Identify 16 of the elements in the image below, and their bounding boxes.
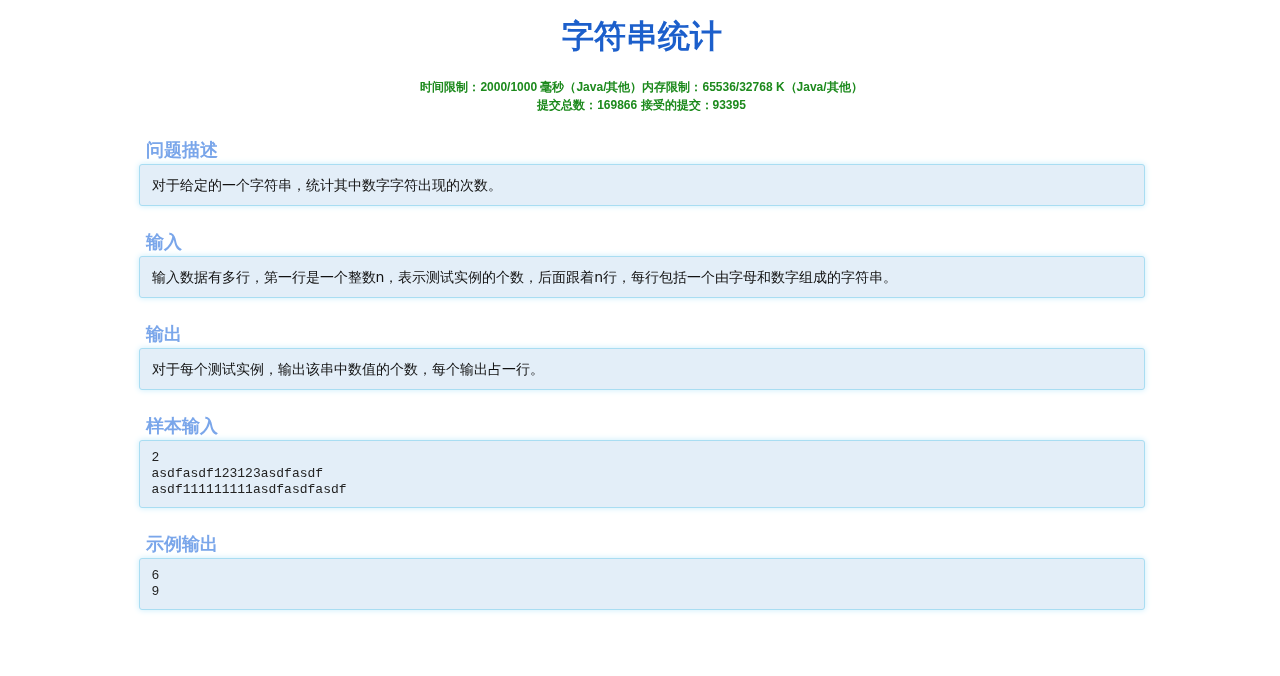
code-line: 9 bbox=[151, 584, 161, 600]
code-line: 6 bbox=[151, 568, 161, 584]
section-heading: 输入 bbox=[145, 230, 182, 254]
section-heading: 示例输出 bbox=[145, 532, 218, 556]
section-heading: 问题描述 bbox=[145, 138, 218, 162]
section-heading: 样本输入 bbox=[145, 414, 218, 438]
description-text: 对于给定的一个字符串，统计其中数字字符出现的次数。 bbox=[151, 176, 503, 194]
code-line: asdf111111111asdfasdfasdf bbox=[151, 482, 348, 498]
section-heading: 输出 bbox=[145, 322, 182, 346]
code-line: asdfasdf123123asdfasdf bbox=[151, 466, 325, 482]
problem-title: 字符串统计 bbox=[560, 16, 723, 57]
description-text: 输入数据有多行，第一行是一个整数n，表示测试实例的个数，后面跟着n行，每行包括一个由字母和数字组成的字符串。 bbox=[151, 268, 899, 286]
code-line: 2 bbox=[151, 450, 161, 466]
limit-info: 提交总数：169866 接受的提交：93395 bbox=[536, 97, 747, 114]
description-text: 对于每个测试实例，输出该串中数值的个数，每个输出占一行。 bbox=[151, 360, 545, 378]
limit-info: 时间限制：2000/1000 毫秒（Java/其他）内存限制：65536/32768 K（Java/其他） bbox=[419, 79, 864, 96]
